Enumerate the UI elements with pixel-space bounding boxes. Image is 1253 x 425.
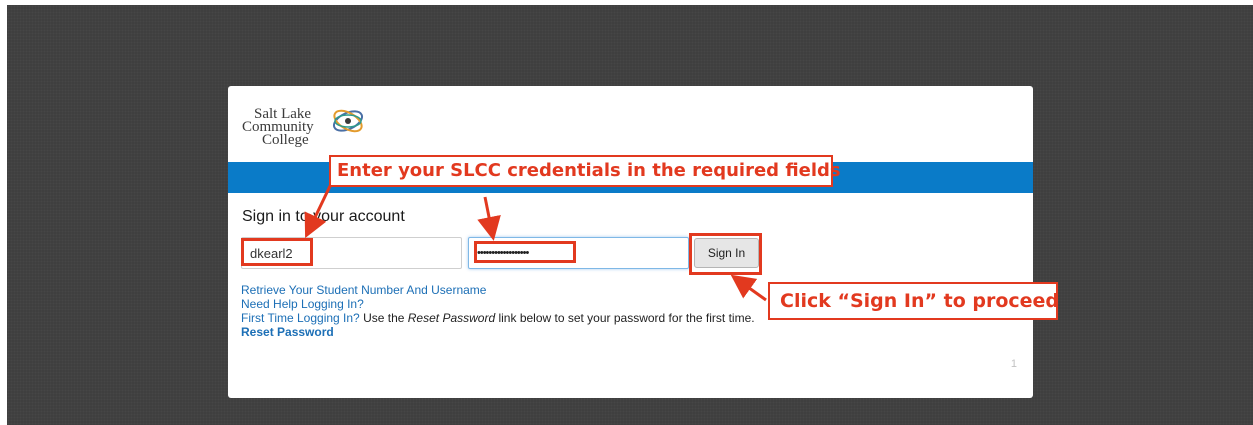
annotation-arrows bbox=[304, 185, 767, 302]
arrow-to-password-icon bbox=[477, 196, 501, 241]
click-sign-in-callout: Click “Sign In” to proceed bbox=[768, 282, 1059, 320]
enter-credentials-callout: Enter your SLCC credentials in the requi… bbox=[329, 155, 841, 187]
arrow-to-sign-in-icon bbox=[730, 274, 767, 302]
arrow-to-username-icon bbox=[304, 185, 332, 239]
